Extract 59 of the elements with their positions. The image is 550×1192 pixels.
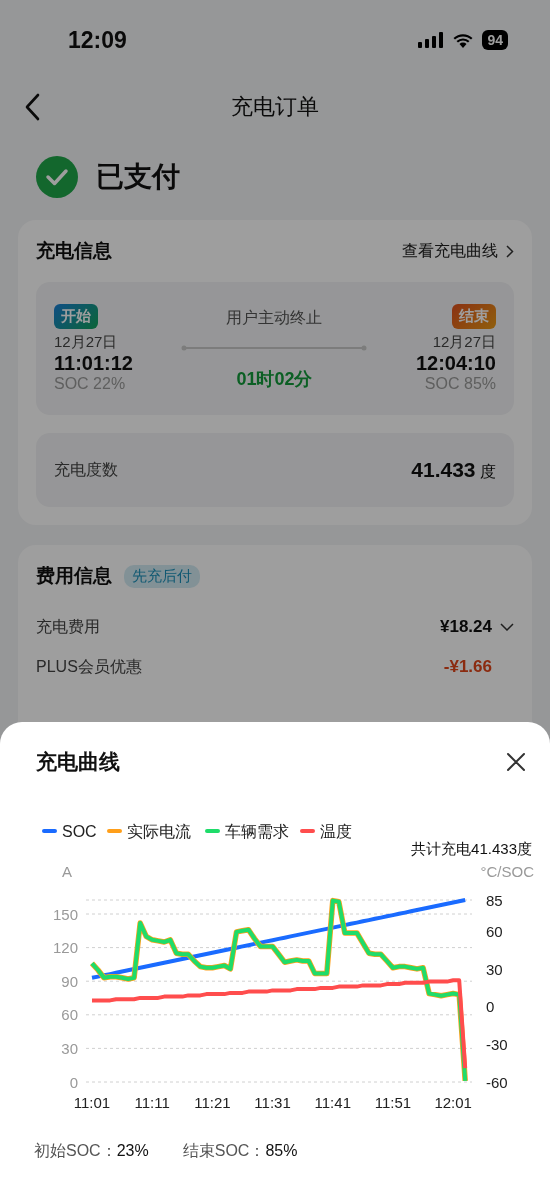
battery-level: 94 — [482, 30, 508, 50]
total-energy: 共计充电41.433度 — [411, 840, 532, 857]
start-date: 12月27日 — [54, 333, 118, 352]
energy-value: 41.433 — [411, 457, 476, 481]
tick-label: 11:41 — [314, 1094, 351, 1111]
tick-label: 120 — [52, 939, 78, 957]
legend-item: 车辆需求 — [205, 823, 289, 840]
section-title: 充电信息 — [36, 239, 112, 263]
summary-label: 初始SOC： — [34, 1142, 117, 1159]
tick-label: 11:51 — [374, 1094, 412, 1111]
tick-label: 11:31 — [254, 1094, 291, 1111]
legend-label: SOC — [62, 823, 97, 840]
summary-value: 85% — [265, 1142, 298, 1159]
payment-tag: 先充后付 — [124, 564, 200, 588]
page-title: 充电订单 — [231, 93, 319, 121]
tick-label: 85 — [486, 891, 503, 909]
legend-label: 实际电流 — [127, 823, 191, 840]
sheet-title: 充电曲线 — [36, 749, 120, 775]
axis-label: °C/SOC — [480, 863, 534, 880]
fee-label: PLUS会员优惠 — [36, 656, 142, 677]
discount-amount: -¥1.66 — [443, 657, 492, 677]
tick-label: 30 — [486, 960, 503, 978]
summary-label: 结束SOC： — [182, 1142, 266, 1159]
start-soc: SOC 22% — [54, 375, 126, 393]
tick-label: 30 — [61, 1039, 78, 1057]
legend-item: SOC — [42, 823, 97, 840]
tick-label: 11:11 — [134, 1094, 170, 1111]
tick-label: 60 — [61, 1006, 78, 1024]
energy-unit: 度 — [480, 462, 496, 480]
tick-label: 90 — [61, 972, 78, 990]
legend-label: 车辆需求 — [225, 823, 289, 840]
tick-label: 60 — [486, 922, 503, 940]
tick-label: -60 — [486, 1073, 508, 1091]
legend-item: 实际电流 — [107, 823, 191, 840]
tick-label: -30 — [486, 1035, 508, 1053]
stop-reason: 用户主动终止 — [226, 308, 323, 328]
tick-label: 150 — [52, 905, 78, 923]
end-time: 12:04:10 — [415, 352, 496, 375]
tick-label: 0 — [69, 1073, 78, 1091]
payment-status: 已支付 — [96, 160, 180, 194]
legend-item: 温度 — [300, 823, 352, 840]
duration: 01时02分 — [236, 368, 313, 391]
axis-label: A — [62, 863, 72, 880]
tick-label: 11:01 — [73, 1094, 111, 1111]
start-time: 11:01:12 — [54, 352, 133, 375]
tick-label: 11:21 — [194, 1094, 231, 1111]
fee-label: 充电费用 — [36, 616, 100, 637]
start-tag: 开始 — [54, 304, 98, 329]
end-tag: 结束 — [452, 304, 496, 329]
tick-label: 0 — [486, 998, 495, 1016]
fee-amount: ¥18.24 — [440, 617, 492, 637]
end-soc: SOC 85% — [424, 375, 496, 393]
status-time: 12:09 — [68, 26, 127, 54]
legend-label: 温度 — [320, 823, 352, 840]
energy-label: 充电度数 — [54, 459, 118, 480]
section-title: 费用信息 — [36, 564, 112, 588]
tick-label: 12:01 — [434, 1094, 472, 1111]
end-date: 12月27日 — [432, 333, 496, 352]
summary-value: 23% — [116, 1142, 149, 1159]
